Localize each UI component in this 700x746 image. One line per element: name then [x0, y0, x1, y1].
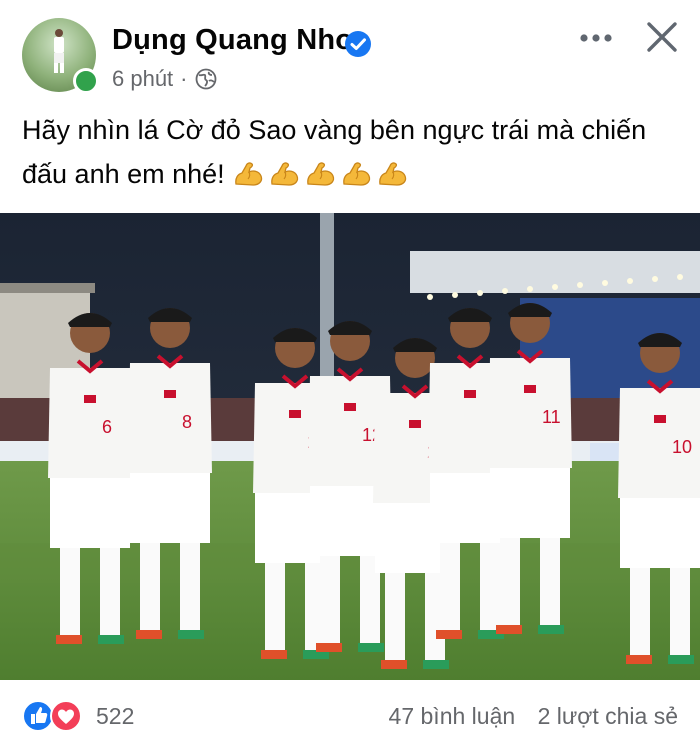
- meta-separator: ·: [180, 66, 188, 91]
- post-photo[interactable]: 681912201110: [0, 213, 700, 680]
- flexed-biceps-icon: [235, 162, 263, 186]
- reaction-count[interactable]: 522: [96, 703, 134, 730]
- globe-icon: [195, 68, 216, 90]
- online-status-dot: [73, 68, 99, 94]
- floodlight-tower: [320, 213, 334, 378]
- emoji-row: [232, 159, 412, 189]
- post-text: Hãy nhìn lá Cờ đỏ Sao vàng bên ngực trái…: [22, 108, 682, 196]
- more-icon: [580, 34, 612, 42]
- flexed-biceps-icon: [271, 162, 299, 186]
- jersey-number: 8: [182, 412, 192, 432]
- reactions-bar: 522 47 bình luận 2 lượt chia sẻ: [0, 690, 700, 746]
- close-icon: [647, 22, 677, 52]
- comments-count[interactable]: 47 bình luận: [389, 703, 516, 729]
- avatar-player-figure: [54, 29, 64, 73]
- post-header: Dụng Quang Nho 6 phút ·: [0, 0, 700, 100]
- flexed-biceps-icon: [343, 162, 371, 186]
- love-icon[interactable]: [50, 700, 82, 732]
- more-options-button[interactable]: [574, 20, 618, 56]
- close-button[interactable]: [640, 18, 684, 58]
- flexed-biceps-icon: [379, 162, 407, 186]
- jersey-number: 11: [542, 407, 561, 427]
- post-meta: 6 phút ·: [112, 66, 217, 92]
- shares-count[interactable]: 2 lượt chia sẻ: [538, 703, 678, 729]
- author-name[interactable]: Dụng Quang Nho: [112, 24, 353, 57]
- jersey-number: 10: [672, 437, 692, 457]
- stadium-roof-left: [0, 283, 95, 293]
- verified-badge-icon: [345, 31, 371, 57]
- jersey-number: 6: [102, 417, 112, 437]
- post-stats: 47 bình luận 2 lượt chia sẻ: [373, 703, 678, 730]
- post-timestamp[interactable]: 6 phút: [112, 66, 173, 92]
- flexed-biceps-icon: [307, 162, 335, 186]
